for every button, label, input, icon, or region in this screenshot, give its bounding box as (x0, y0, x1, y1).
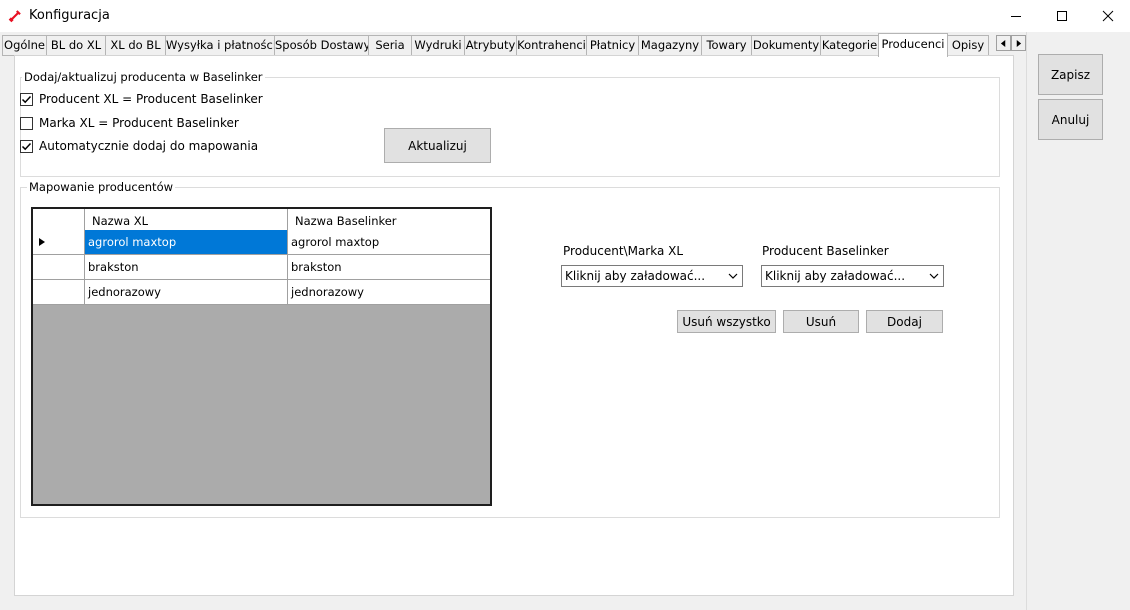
checkmark-icon (21, 95, 32, 103)
update-button[interactable]: Aktualizuj (384, 128, 491, 163)
maximize-button[interactable] (1039, 0, 1085, 32)
cell-nazwa-baselinker[interactable]: agrorol maxtop (288, 230, 490, 254)
remove-button[interactable]: Usuń (783, 310, 859, 333)
tab-label: Ogólne (4, 38, 45, 52)
tab-wysylka[interactable]: Wysyłka i płatności (165, 35, 275, 56)
producer-xl-label: Producent\Marka XL (563, 244, 684, 258)
save-button[interactable]: Zapisz (1038, 54, 1103, 95)
tab-label: Magazyny (640, 38, 700, 52)
tab-sposob-dostawy[interactable]: Sposób Dostawy (274, 35, 369, 56)
checkbox-label: Marka XL = Producent Baselinker (39, 116, 239, 130)
cell-nazwa-xl[interactable]: agrorol maxtop (85, 230, 288, 254)
tab-scroll-left-button[interactable] (996, 35, 1011, 51)
tab-ogolne[interactable]: Ogólne (2, 35, 47, 56)
tab-kategorie[interactable]: Kategorie (820, 35, 879, 56)
chevron-down-icon (929, 273, 939, 279)
table-row[interactable]: agrorol maxtop agrorol maxtop (33, 230, 490, 255)
tab-label: Producenci (881, 37, 945, 51)
tab-label: Wysyłka i płatności (166, 38, 275, 52)
row-header[interactable] (33, 230, 85, 254)
tab-bl-do-xl[interactable]: BL do XL (46, 35, 106, 56)
checkbox-marka-xl[interactable]: Marka XL = Producent Baselinker (20, 115, 239, 131)
tab-label: XL do BL (110, 38, 161, 52)
producer-bl-dropdown[interactable]: Kliknij aby załadować... (761, 265, 944, 287)
mapping-grid[interactable]: Nazwa XL Nazwa Baselinker agrorol maxtop… (31, 207, 492, 506)
cell-nazwa-baselinker[interactable]: jednorazowy (288, 280, 490, 304)
checkbox-checked[interactable] (20, 92, 33, 106)
remove-all-button[interactable]: Usuń wszystko (677, 310, 776, 333)
tab-producenci[interactable]: Producenci (878, 33, 948, 57)
tab-xl-do-bl[interactable]: XL do BL (105, 35, 166, 56)
tab-label: Wydruki (414, 38, 462, 52)
producer-bl-label: Producent Baselinker (762, 244, 889, 258)
tab-wydruki[interactable]: Wydruki (411, 35, 465, 56)
checkbox-unchecked[interactable] (20, 116, 33, 130)
tab-panel-producenci: Dodaj/aktualizuj producenta w Baselinker… (14, 55, 1014, 596)
tab-atrybuty[interactable]: Atrybuty (464, 35, 517, 56)
side-button-panel: Zapisz Anuluj (1026, 32, 1130, 610)
close-button[interactable] (1085, 0, 1130, 32)
tab-scroll-right-button[interactable] (1011, 35, 1026, 51)
tab-platnicy[interactable]: Płatnicy (586, 35, 639, 56)
mapping-group-title: Mapowanie producentów (27, 180, 176, 194)
tab-kontrahenci[interactable]: Kontrahenci (516, 35, 587, 56)
tab-label: BL do XL (50, 38, 102, 52)
checkbox-checked[interactable] (20, 139, 33, 153)
cell-nazwa-xl[interactable]: brakston (85, 255, 288, 279)
arrow-left-icon (1000, 39, 1006, 47)
producer-xl-value: Kliknij aby załadować... (565, 269, 706, 283)
checkbox-label: Automatycznie dodaj do mapowania (39, 139, 259, 153)
tab-label: Opisy (951, 38, 985, 52)
checkbox-auto-mapping[interactable]: Automatycznie dodaj do mapowania (20, 138, 258, 154)
table-row[interactable]: brakston brakston (33, 255, 490, 280)
tab-label: Atrybuty (465, 38, 516, 52)
checkbox-producent-xl[interactable]: Producent XL = Producent Baselinker (20, 91, 263, 107)
add-button[interactable]: Dodaj (866, 310, 943, 333)
cell-nazwa-xl[interactable]: jednorazowy (85, 280, 288, 304)
producer-bl-value: Kliknij aby załadować... (765, 269, 906, 283)
row-header[interactable] (33, 255, 85, 279)
tab-label: Seria (375, 38, 405, 52)
tab-label: Sposób Dostawy (275, 38, 369, 52)
tab-opisy[interactable]: Opisy (947, 35, 989, 56)
current-row-indicator-icon (39, 238, 45, 246)
arrow-right-icon (1016, 39, 1022, 47)
chevron-down-icon (728, 273, 738, 279)
update-producer-group-title: Dodaj/aktualizuj producenta w Baselinker (22, 70, 265, 84)
tab-magazyny[interactable]: Magazyny (638, 35, 702, 56)
checkmark-icon (21, 142, 32, 150)
tab-towary[interactable]: Towary (701, 35, 752, 56)
tab-dokumenty[interactable]: Dokumenty (751, 35, 821, 56)
tab-seria[interactable]: Seria (368, 35, 412, 56)
tab-label: Dokumenty (752, 38, 820, 52)
tab-label: Płatnicy (589, 38, 636, 52)
tab-label: Kategorie (821, 38, 878, 52)
tab-label: Towary (706, 38, 747, 52)
table-row[interactable]: jednorazowy jednorazowy (33, 280, 490, 305)
minimize-button[interactable] (993, 0, 1039, 32)
title-bar: Konfiguracja (0, 0, 1130, 32)
producer-xl-dropdown[interactable]: Kliknij aby załadować... (561, 265, 743, 287)
wrench-icon (8, 9, 22, 23)
tab-label: Kontrahenci (517, 38, 586, 52)
checkbox-label: Producent XL = Producent Baselinker (39, 92, 263, 106)
cancel-button[interactable]: Anuluj (1038, 99, 1103, 140)
window-title: Konfiguracja (29, 8, 110, 23)
cell-nazwa-baselinker[interactable]: brakston (288, 255, 490, 279)
row-header[interactable] (33, 280, 85, 304)
